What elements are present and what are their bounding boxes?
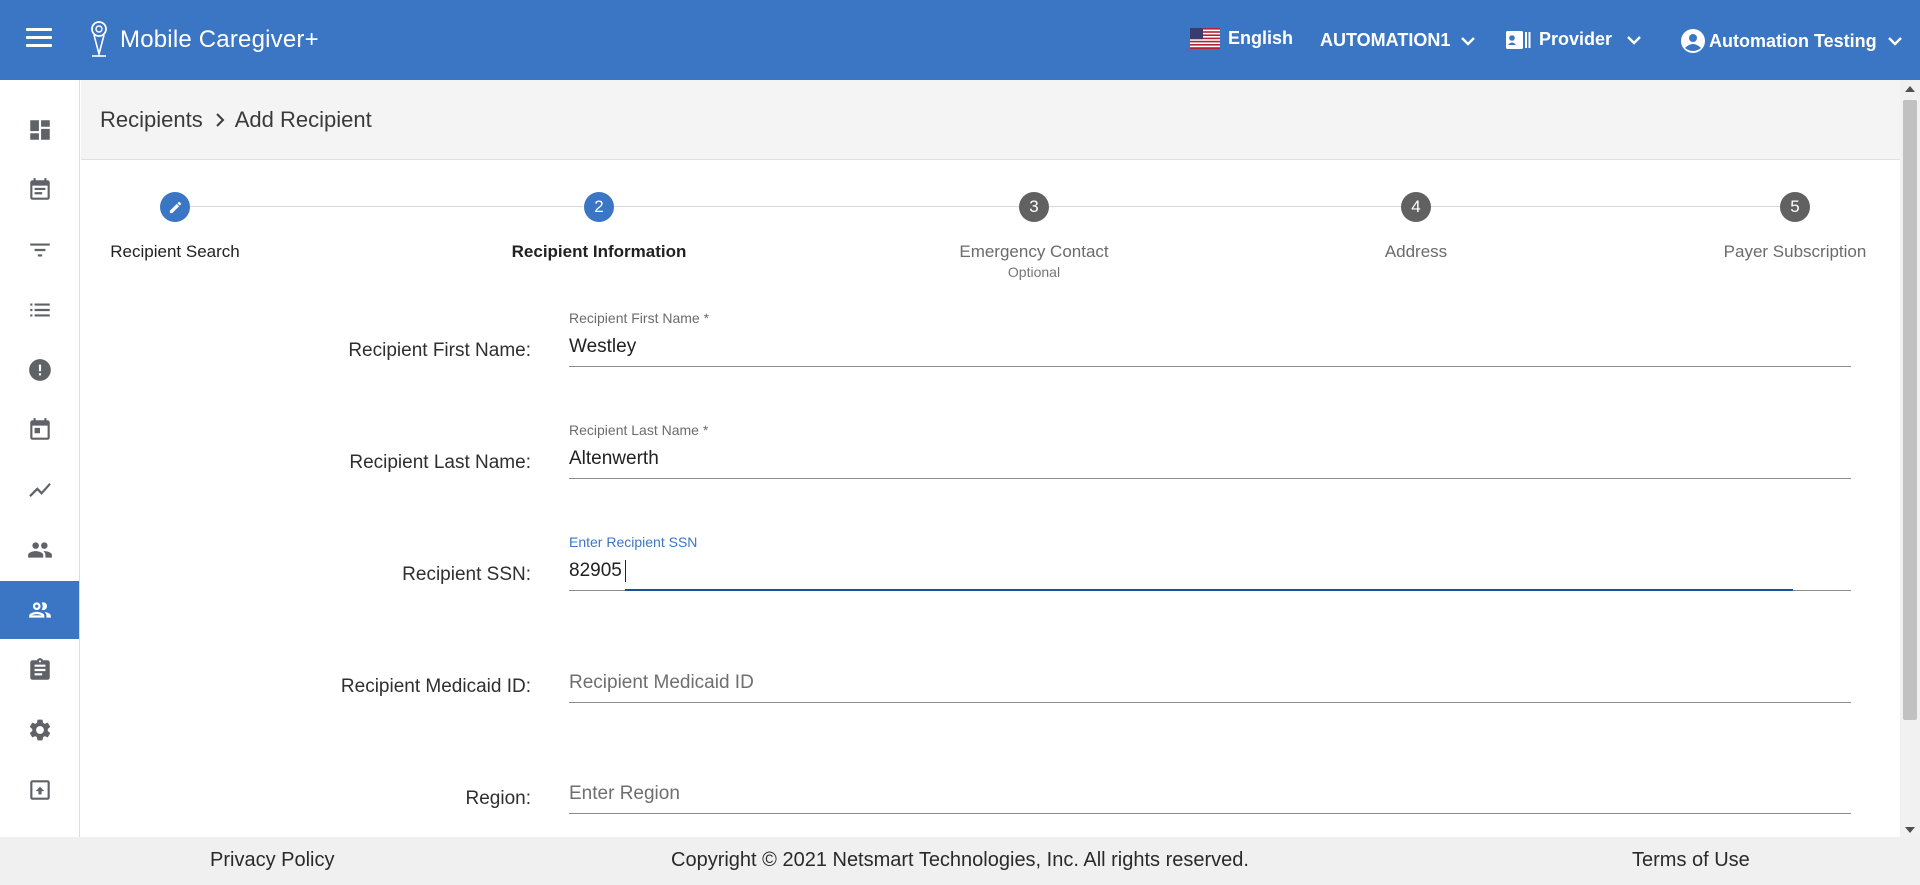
- language-selector[interactable]: English: [1190, 28, 1293, 49]
- organization-label: AUTOMATION1: [1320, 30, 1451, 50]
- vertical-scrollbar[interactable]: [1900, 80, 1920, 837]
- sidebar-item-assessments[interactable]: [0, 641, 79, 699]
- stepper-connector: [1049, 206, 1401, 207]
- medicaid-id-underline: [569, 702, 1851, 703]
- region-row-label: Region:: [465, 788, 532, 809]
- last-name-row-label: Recipient Last Name:: [349, 452, 531, 473]
- app-logo-icon: [91, 21, 107, 58]
- last-name-input[interactable]: [569, 444, 1851, 474]
- stepper-connector: [190, 206, 583, 207]
- filter-icon: [29, 243, 50, 257]
- terms-of-use-link[interactable]: Terms of Use: [1632, 849, 1750, 872]
- sidebar-item-upload[interactable]: [0, 761, 79, 819]
- list-icon: [29, 303, 50, 317]
- trend-icon: [28, 482, 51, 498]
- medicaid-id-input[interactable]: [569, 668, 1851, 698]
- ssn-float-label: Enter Recipient SSN: [569, 534, 698, 550]
- role-dropdown[interactable]: Provider: [1505, 29, 1642, 50]
- sidebar-item-people[interactable]: [0, 521, 79, 579]
- step-4-label[interactable]: Address: [1385, 242, 1447, 262]
- privacy-policy-link[interactable]: Privacy Policy: [210, 849, 334, 872]
- clipboard-icon: [29, 658, 50, 680]
- edit-pencil-icon: [169, 201, 181, 213]
- language-label: English: [1228, 28, 1294, 48]
- stepper-connector: [613, 206, 1019, 207]
- sidebar-item-recipients[interactable]: [0, 581, 79, 639]
- scrollbar-thumb[interactable]: [1903, 100, 1917, 720]
- page-title: Add Recipient: [234, 106, 372, 132]
- people-icon: [27, 542, 52, 558]
- breadcrumb: Recipients Add Recipient: [81, 80, 1900, 160]
- last-name-field: Recipient Last Name *: [569, 422, 1851, 480]
- step-3-circle[interactable]: 3: [1019, 192, 1049, 222]
- first-name-input[interactable]: [569, 332, 1851, 362]
- calendar-icon: [29, 178, 50, 200]
- ssn-field: Enter Recipient SSN: [569, 534, 1851, 594]
- stepper-connector: [1431, 206, 1780, 207]
- sidebar-item-dashboard[interactable]: [0, 101, 79, 159]
- side-navigation: [0, 80, 80, 837]
- last-name-underline: [569, 478, 1851, 479]
- scroll-up-arrow-icon[interactable]: [1905, 86, 1915, 92]
- breadcrumb-recipients-link[interactable]: Recipients: [100, 107, 203, 133]
- chevron-down-icon: [1461, 36, 1476, 46]
- chevron-down-icon: [1627, 35, 1641, 45]
- step-3-optional-label: Optional: [1007, 264, 1061, 280]
- medicaid-id-field: [569, 646, 1851, 704]
- alert-icon: [28, 359, 51, 381]
- settings-icon: [29, 719, 50, 741]
- chevron-down-icon: [1887, 37, 1902, 46]
- step-1-label[interactable]: Recipient Search: [110, 242, 239, 262]
- organization-dropdown[interactable]: AUTOMATION1: [1320, 30, 1476, 51]
- last-name-float-label: Recipient Last Name *: [569, 422, 709, 438]
- first-name-field: Recipient First Name *: [569, 310, 1851, 368]
- first-name-underline: [569, 366, 1851, 367]
- sidebar-item-settings[interactable]: [0, 701, 79, 759]
- footer: Privacy Policy Copyright © 2021 Netsmart…: [0, 837, 1920, 885]
- role-label: Provider: [1539, 29, 1613, 49]
- region-input[interactable]: [569, 779, 1851, 809]
- step-3-label[interactable]: Emergency Contact: [959, 242, 1108, 262]
- sidebar-item-filter[interactable]: [0, 221, 79, 279]
- sidebar-item-alerts[interactable]: [0, 341, 79, 399]
- region-underline: [569, 813, 1851, 814]
- ssn-focus-underline: [625, 589, 1793, 591]
- step-2-circle[interactable]: 2: [584, 192, 614, 222]
- upload-icon: [29, 780, 50, 800]
- medicaid-id-row-label: Recipient Medicaid ID:: [340, 676, 531, 697]
- step-5-circle[interactable]: 5: [1780, 192, 1810, 222]
- step-2-label[interactable]: Recipient Information: [512, 242, 687, 262]
- user-name: Automation Testing: [1709, 30, 1877, 51]
- user-menu[interactable]: Automation Testing: [1680, 28, 1903, 54]
- region-field: [569, 757, 1851, 815]
- text-cursor: [625, 560, 626, 582]
- app-title: Mobile Caregiver+: [120, 26, 319, 53]
- id-card-icon: [1506, 30, 1531, 49]
- ssn-input[interactable]: [569, 556, 1851, 586]
- sidebar-item-calendar[interactable]: [0, 161, 79, 219]
- top-app-bar: Mobile Caregiver+ English AUTOMATION1 Pr…: [0, 0, 1920, 80]
- step-5-label[interactable]: Payer Subscription: [1724, 242, 1867, 262]
- first-name-row-label: Recipient First Name:: [348, 340, 531, 361]
- ssn-row-label: Recipient SSN:: [402, 564, 531, 585]
- scroll-down-arrow-icon[interactable]: [1905, 827, 1915, 833]
- us-flag-icon: [1190, 28, 1220, 49]
- first-name-float-label: Recipient First Name *: [569, 310, 710, 326]
- dashboard-icon: [29, 120, 50, 140]
- sidebar-item-list[interactable]: [0, 281, 79, 339]
- schedule-icon: [29, 418, 50, 440]
- sidebar-item-schedule[interactable]: [0, 401, 79, 459]
- recipients-icon: [28, 602, 51, 618]
- account-circle-icon: [1681, 29, 1705, 53]
- sidebar-item-analytics[interactable]: [0, 461, 79, 519]
- menu-icon[interactable]: [26, 28, 52, 50]
- step-1-circle[interactable]: [160, 192, 190, 222]
- chevron-right-icon: [216, 112, 225, 127]
- step-4-circle[interactable]: 4: [1401, 192, 1431, 222]
